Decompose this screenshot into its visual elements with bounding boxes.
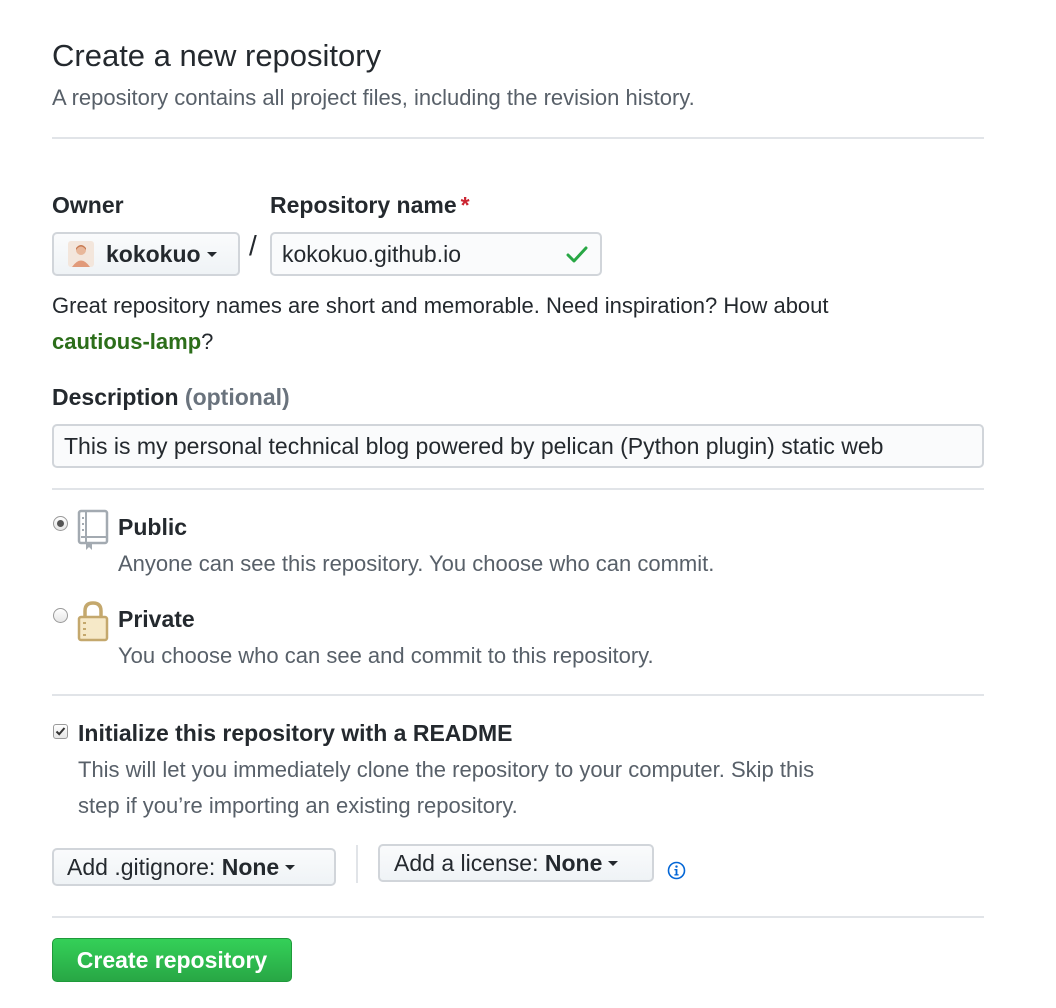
description-label: Description (optional) [52, 384, 290, 411]
public-desc: Anyone can see this repository. You choo… [118, 551, 715, 576]
page-title: Create a new repository [52, 38, 382, 73]
chevron-down-icon [206, 251, 217, 257]
name-suggestion-link[interactable]: cautious-lamp [52, 329, 201, 354]
checkmark-icon [55, 727, 66, 736]
repo-name-value: kokokuo.github.io [282, 240, 462, 267]
repo-name-input[interactable]: kokokuo.github.io [270, 232, 602, 276]
info-icon[interactable] [667, 861, 686, 880]
license-dropdown[interactable]: Add a license: None [378, 844, 654, 882]
create-repository-button[interactable]: Create repository [52, 938, 292, 982]
public-title: Public [118, 514, 188, 540]
readme-divider [52, 694, 984, 696]
repo-name-label: Repository name * [270, 192, 470, 219]
avatar [68, 241, 94, 267]
optional-text: (optional) [184, 384, 290, 410]
gitignore-value: None [221, 853, 280, 880]
gitignore-dropdown[interactable]: Add .gitignore: None [52, 848, 336, 886]
chevron-down-icon [285, 864, 296, 870]
private-title: Private [118, 606, 195, 632]
license-prefix: Add a license: [394, 849, 539, 876]
owner-label: Owner [52, 192, 124, 218]
check-icon [566, 245, 588, 265]
owner-repo-separator: / [249, 230, 257, 261]
name-suggestion-line: cautious-lamp? [52, 324, 213, 360]
name-help-text: Great repository names are short and mem… [52, 293, 829, 318]
dropdown-separator [356, 845, 358, 883]
private-radio[interactable] [53, 608, 68, 623]
name-suggestion-suffix: ? [201, 329, 214, 354]
readme-desc-line1: This will let you immediately clone the … [78, 757, 815, 782]
readme-desc-line2: step if you’re importing an existing rep… [78, 793, 518, 818]
description-value: This is my personal technical blog power… [64, 432, 884, 459]
readme-checkbox[interactable] [53, 724, 68, 739]
owner-dropdown[interactable]: kokokuo [52, 232, 240, 276]
submit-divider [52, 916, 984, 918]
readme-title: Initialize this repository with a README [78, 720, 513, 746]
lock-icon [77, 600, 109, 642]
private-desc: You choose who can see and commit to thi… [118, 643, 654, 668]
header-divider [52, 137, 984, 139]
page-subtitle: A repository contains all project files,… [52, 85, 695, 110]
license-value: None [544, 849, 603, 876]
name-help: Great repository names are short and mem… [52, 288, 984, 324]
chevron-down-icon [608, 860, 619, 866]
description-label-text: Description [52, 384, 179, 410]
gitignore-prefix: Add .gitignore: [67, 853, 216, 880]
public-radio[interactable] [53, 516, 68, 531]
required-mark: * [460, 192, 470, 218]
repo-book-icon [77, 509, 109, 551]
repo-name-label-text: Repository name [270, 192, 457, 218]
visibility-divider [52, 488, 984, 490]
owner-name: kokokuo [106, 240, 201, 267]
description-input[interactable]: This is my personal technical blog power… [52, 424, 984, 468]
